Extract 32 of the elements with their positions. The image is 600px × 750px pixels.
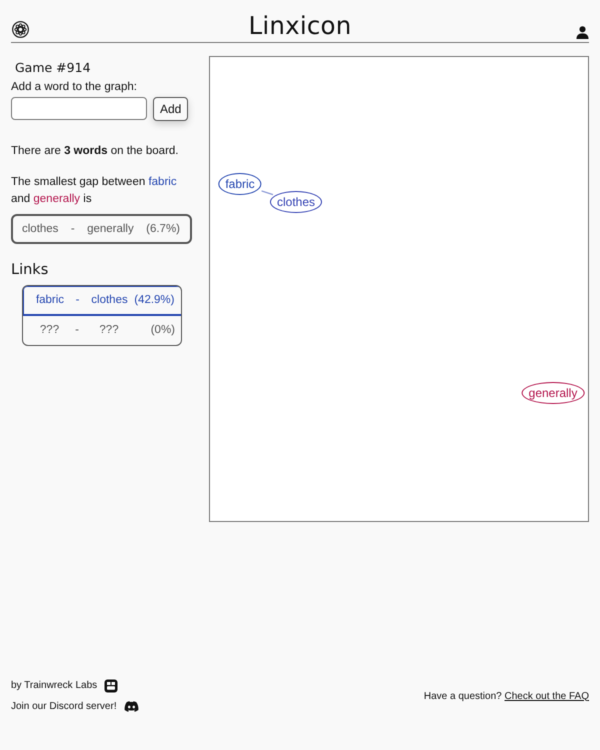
grid-logo-icon [104, 679, 118, 693]
word-node: clothes [270, 191, 322, 213]
logo-icon[interactable] [12, 21, 29, 38]
add-button[interactable]: Add [153, 97, 188, 121]
link-separator: - [75, 324, 79, 336]
credit-text: by Trainwreck Labs [11, 679, 98, 693]
discord-text: Join our Discord server! [11, 700, 117, 714]
faq-text: Have a question? Check out the FAQ [424, 690, 589, 704]
word-node: fabric [218, 173, 262, 195]
pair-separator: - [70, 223, 75, 235]
input-label: Add a word to the graph: [11, 80, 138, 95]
link-word: ??? [99, 324, 119, 336]
gap-sentence: The smallest gap between fabric and generally is [11, 175, 178, 207]
game-title: Game #914 [15, 59, 92, 77]
links-heading: Links [11, 261, 50, 279]
word-count-text: There are 3 words on the board. [11, 144, 180, 159]
link-word: fabric [36, 294, 64, 306]
pair-word: clothes [22, 223, 58, 235]
link-separator: - [76, 294, 80, 306]
pair-word: generally [87, 223, 134, 235]
link-line [261, 190, 274, 196]
link-score: (0%) [150, 324, 175, 336]
pair-score: (6.7%) [146, 223, 180, 235]
word-node: generally [522, 382, 584, 404]
link-word: clothes [91, 294, 128, 306]
app-title: Linxicon [248, 11, 352, 41]
word-input-field[interactable] [11, 97, 147, 120]
link-word: ??? [40, 324, 60, 336]
link-score: (42.9%) [134, 294, 174, 306]
faq-link[interactable]: Check out the FAQ [504, 690, 589, 702]
discord-icon[interactable] [124, 699, 139, 714]
user-icon[interactable] [576, 26, 589, 39]
